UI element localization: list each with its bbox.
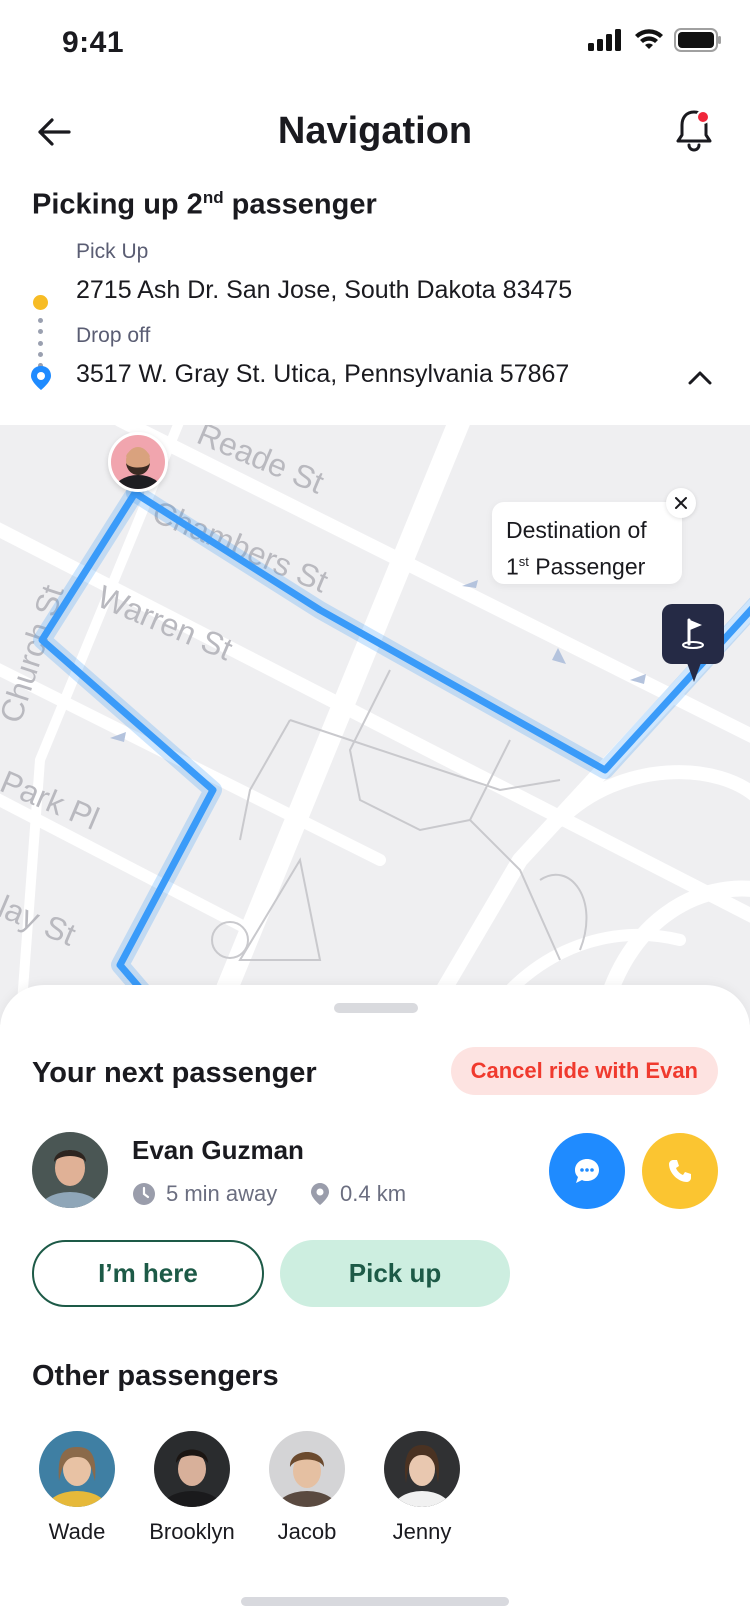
- other-passenger-brooklyn[interactable]: Brooklyn: [147, 1431, 237, 1545]
- passenger-name: Jacob: [277, 1519, 337, 1544]
- avatar: [154, 1431, 230, 1507]
- bottom-sheet: Your next passenger Cancel ride with Eva…: [0, 985, 750, 1624]
- passenger-avatar[interactable]: [32, 1132, 108, 1208]
- tooltip-line-2: 1st Passenger: [506, 553, 646, 580]
- driver-avatar[interactable]: [108, 432, 168, 492]
- chevron-up-icon: [688, 371, 712, 385]
- notifications-button[interactable]: [668, 104, 720, 156]
- street-label: lay St: [0, 888, 81, 952]
- dropoff-address: 3517 W. Gray St. Utica, Pennsylvania 578…: [76, 360, 570, 388]
- other-passenger-jacob[interactable]: Jacob: [262, 1431, 352, 1545]
- avatar: [269, 1431, 345, 1507]
- cancel-ride-button[interactable]: Cancel ride with Evan: [450, 1047, 718, 1095]
- message-button[interactable]: [549, 1133, 625, 1209]
- flag-marker-tail: [686, 660, 702, 682]
- passenger-name: Brooklyn: [149, 1519, 235, 1544]
- call-button[interactable]: [642, 1133, 718, 1209]
- wifi-icon: [635, 29, 663, 49]
- avatar: [384, 1431, 460, 1507]
- pickup-dot-icon: [33, 295, 48, 310]
- other-passenger-wade[interactable]: Wade: [32, 1431, 122, 1545]
- trip-heading: Picking up 2nd passenger: [32, 188, 377, 221]
- passenger-name: Wade: [48, 1519, 106, 1544]
- passenger-name: Jenny: [392, 1519, 452, 1544]
- flag-icon: [682, 618, 704, 649]
- home-indicator: [241, 1597, 509, 1606]
- status-time: 9:41: [62, 26, 125, 59]
- chat-icon: [575, 1159, 599, 1183]
- eta-info: 5 min away: [132, 1181, 277, 1207]
- passenger-name: Evan Guzman: [132, 1135, 304, 1165]
- location-pin-icon: [311, 1183, 329, 1205]
- tooltip-close-button[interactable]: [666, 488, 696, 518]
- battery-icon: [674, 28, 721, 52]
- im-here-button[interactable]: I’m here: [32, 1240, 264, 1307]
- other-passengers-list: Wade Brooklyn Jacob Jenny: [32, 1431, 467, 1545]
- page-title: Navigation: [277, 110, 473, 152]
- distance-info: 0.4 km: [310, 1181, 406, 1207]
- header: Navigation: [0, 100, 750, 164]
- pickup-label: Pick Up: [76, 240, 149, 263]
- destination-flag-marker[interactable]: [662, 604, 724, 664]
- close-icon: [675, 497, 687, 509]
- pick-up-button[interactable]: Pick up: [280, 1240, 510, 1307]
- pickup-address: 2715 Ash Dr. San Jose, South Dakota 8347…: [76, 276, 573, 304]
- avatar: [39, 1431, 115, 1507]
- destination-tooltip: Destination of 1st Passenger: [492, 488, 696, 584]
- sheet-grabber[interactable]: [334, 1003, 418, 1013]
- tooltip-line-1: Destination of: [506, 517, 647, 543]
- clock-icon: [133, 1183, 155, 1205]
- status-bar: 9:41: [0, 0, 750, 92]
- distance-text: 0.4 km: [340, 1181, 407, 1206]
- street-label: Warren St: [92, 578, 238, 667]
- status-icons: [588, 28, 722, 52]
- dropoff-pin-icon: [31, 366, 51, 390]
- other-passenger-jenny[interactable]: Jenny: [377, 1431, 467, 1545]
- phone-icon: [669, 1160, 691, 1182]
- route-details: Pick Up 2715 Ash Dr. San Jose, South Dak…: [24, 240, 724, 410]
- route-connector: [38, 318, 43, 368]
- collapse-route-button[interactable]: [680, 358, 720, 398]
- next-passenger-title: Your next passenger: [32, 1057, 317, 1089]
- notification-badge: [696, 110, 710, 124]
- other-passengers-title: Other passengers: [32, 1360, 279, 1392]
- eta-text: 5 min away: [166, 1181, 278, 1206]
- dropoff-label: Drop off: [76, 324, 151, 347]
- signal-icon: [588, 29, 621, 51]
